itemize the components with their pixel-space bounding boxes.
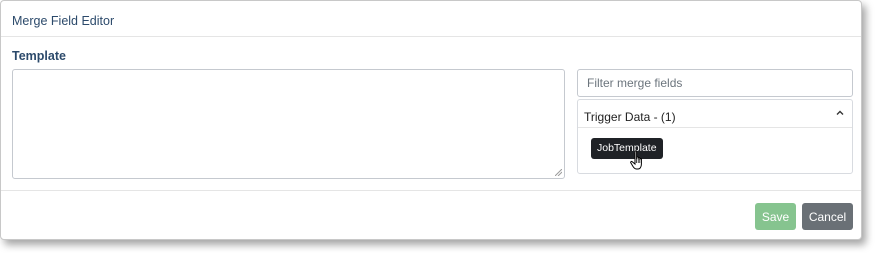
save-button[interactable]: Save — [755, 203, 796, 230]
filter-merge-fields-input[interactable] — [577, 69, 853, 97]
merge-field-editor-dialog: Merge Field Editor Template Trigger Data… — [0, 0, 862, 240]
trigger-data-group: Trigger Data - (1) JobTemplate — [577, 99, 853, 174]
template-label: Template — [12, 49, 66, 63]
trigger-data-header[interactable]: Trigger Data - (1) — [578, 100, 852, 128]
footer-divider — [1, 190, 861, 191]
template-textarea[interactable] — [12, 69, 565, 179]
chevron-up-icon[interactable] — [835, 108, 845, 118]
cancel-button[interactable]: Cancel — [802, 203, 853, 230]
resize-grip-icon[interactable] — [555, 169, 562, 176]
dialog-title: Merge Field Editor — [12, 14, 115, 28]
merge-field-chip-jobtemplate[interactable]: JobTemplate — [591, 138, 663, 159]
dialog-header: Merge Field Editor — [1, 1, 861, 37]
trigger-data-title: Trigger Data - (1) — [584, 110, 676, 124]
hand-pointer-icon — [630, 150, 642, 170]
